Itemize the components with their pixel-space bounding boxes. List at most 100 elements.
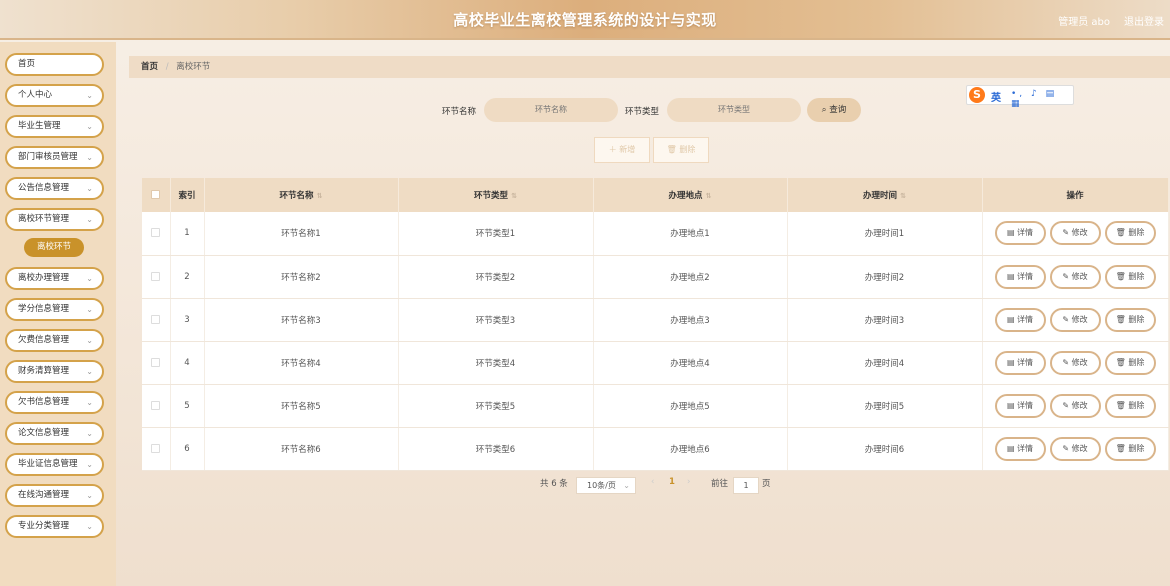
logout-link[interactable]: 退出登录 xyxy=(1124,13,1164,28)
data-table: 索引 环节名称 ⇅ 环节类型 ⇅ 办理地点 ⇅ 办理时间 ⇅ 操作 1 环节名称1 环节类型… xyxy=(142,178,1169,471)
row-time: 办理时间3 xyxy=(787,298,983,342)
batch-delete-button[interactable]: 🗑 删除 xyxy=(653,137,709,163)
ime-mode-label[interactable]: 英 xyxy=(991,89,1001,104)
row-type: 环节类型4 xyxy=(398,341,594,385)
select-all-checkbox[interactable] xyxy=(151,190,161,199)
detail-button[interactable]: ▤ 详情 xyxy=(994,221,1046,246)
page-size-value: 10条/页 xyxy=(587,481,616,490)
edit-icon: ✎ xyxy=(1062,314,1070,324)
row-checkbox[interactable] xyxy=(151,400,161,410)
sogou-icon[interactable]: S xyxy=(969,87,985,103)
row-select-cell[interactable] xyxy=(142,341,171,385)
sidebar-item-12[interactable]: 论文信息管理 ⌄ xyxy=(5,422,104,445)
row-place: 办理地点5 xyxy=(593,384,788,428)
row-time: 办理时间1 xyxy=(787,212,983,256)
sidebar-item-5[interactable]: 公告信息管理 ⌄ xyxy=(5,177,104,200)
breadcrumb-home[interactable]: 首页 xyxy=(141,62,158,72)
detail-button[interactable]: ▤ 详情 xyxy=(994,307,1046,332)
sidebar-item-8[interactable]: 学分信息管理 ⌄ xyxy=(5,298,104,321)
row-operations: ▤ 详情 ✎ 修改 🗑 删除 xyxy=(982,212,1169,256)
detail-button[interactable]: ▤ 详情 xyxy=(994,393,1046,418)
name-search-input[interactable] xyxy=(484,98,618,122)
sort-icon[interactable]: ⇅ xyxy=(706,192,712,200)
detail-button[interactable]: ▤ 详情 xyxy=(994,436,1046,461)
sidebar-item-label: 论文信息管理 xyxy=(18,428,70,438)
row-select-cell[interactable] xyxy=(142,298,171,342)
goto-page-input[interactable]: 1 xyxy=(733,477,759,494)
delete-button[interactable]: 🗑 删除 xyxy=(1104,264,1156,289)
row-checkbox[interactable] xyxy=(151,228,161,238)
prev-page-button[interactable]: ‹ xyxy=(651,477,654,487)
sidebar-item-15[interactable]: 专业分类管理 ⌄ xyxy=(5,515,104,538)
detail-button[interactable]: ▤ 详情 xyxy=(994,264,1046,289)
col-place[interactable]: 办理地点 ⇅ xyxy=(593,178,788,212)
row-checkbox[interactable] xyxy=(151,357,161,367)
delete-button[interactable]: 🗑 删除 xyxy=(1104,350,1156,375)
sort-icon[interactable]: ⇅ xyxy=(900,192,906,200)
row-type: 环节类型6 xyxy=(398,427,594,471)
current-page-number[interactable]: 1 xyxy=(669,477,675,487)
row-select-cell[interactable] xyxy=(142,427,171,471)
delete-button[interactable]: 🗑 删除 xyxy=(1104,221,1156,246)
edit-button[interactable]: ✎ 修改 xyxy=(1049,350,1101,375)
col-time[interactable]: 办理时间 ⇅ xyxy=(787,178,983,212)
edit-label: 修改 xyxy=(1071,443,1088,453)
chevron-down-icon: ⌄ xyxy=(86,274,93,283)
detail-icon: ▤ xyxy=(1006,314,1015,324)
edit-button[interactable]: ✎ 修改 xyxy=(1049,307,1101,332)
sidebar-item-13[interactable]: 毕业证信息管理 ⌄ xyxy=(5,453,104,476)
row-select-cell[interactable] xyxy=(142,212,171,256)
edit-button[interactable]: ✎ 修改 xyxy=(1049,393,1101,418)
delete-label: 删除 xyxy=(1128,400,1145,410)
row-operations: ▤ 详情 ✎ 修改 🗑 删除 xyxy=(982,341,1169,385)
sidebar-item-1[interactable]: 首页 xyxy=(5,53,104,76)
delete-label: 删除 xyxy=(1128,314,1145,324)
col-operations: 操作 xyxy=(982,178,1169,212)
row-type: 环节类型3 xyxy=(398,298,594,342)
sidebar-item-2[interactable]: 个人中心 ⌄ xyxy=(5,84,104,107)
row-index: 3 xyxy=(170,298,205,342)
row-select-cell[interactable] xyxy=(142,384,171,428)
edit-button[interactable]: ✎ 修改 xyxy=(1049,221,1101,246)
edit-button[interactable]: ✎ 修改 xyxy=(1049,264,1101,289)
select-all-cell[interactable] xyxy=(142,178,171,212)
row-select-cell[interactable] xyxy=(142,255,171,299)
delete-button[interactable]: 🗑 删除 xyxy=(1104,393,1156,418)
next-page-button[interactable]: › xyxy=(687,477,690,487)
sidebar-item-label: 欠费信息管理 xyxy=(18,335,70,345)
sidebar-item-11[interactable]: 欠书信息管理 ⌄ xyxy=(5,391,104,414)
top-header: 高校毕业生离校管理系统的设计与实现 管理员 abo 退出登录 xyxy=(0,0,1170,40)
detail-button[interactable]: ▤ 详情 xyxy=(994,350,1046,375)
delete-button[interactable]: 🗑 删除 xyxy=(1104,436,1156,461)
row-checkbox[interactable] xyxy=(151,443,161,453)
delete-button[interactable]: 🗑 删除 xyxy=(1104,307,1156,332)
row-checkbox[interactable] xyxy=(151,271,161,281)
sidebar-item-10[interactable]: 财务清算管理 ⌄ xyxy=(5,360,104,383)
row-type: 环节类型1 xyxy=(398,212,594,256)
add-button[interactable]: ＋ 新增 xyxy=(594,137,650,163)
row-checkbox[interactable] xyxy=(151,314,161,324)
sidebar-item-4[interactable]: 部门审核员管理 ⌄ xyxy=(5,146,104,169)
edit-button[interactable]: ✎ 修改 xyxy=(1049,436,1101,461)
search-button[interactable]: ⌕ 查询 xyxy=(807,98,861,122)
sidebar-item-14[interactable]: 在线沟通管理 ⌄ xyxy=(5,484,104,507)
sort-icon[interactable]: ⇅ xyxy=(511,192,517,200)
col-name[interactable]: 环节名称 ⇅ xyxy=(204,178,399,212)
sidebar-item-9[interactable]: 欠费信息管理 ⌄ xyxy=(5,329,104,352)
col-type-label: 环节类型 xyxy=(474,191,509,201)
row-place: 办理地点4 xyxy=(593,341,788,385)
table-row: 6 环节名称6 环节类型6 办理地点6 办理时间6 ▤ 详情 ✎ 修改 🗑 删除 xyxy=(142,427,1169,471)
page-size-select[interactable]: 10条/页 ⌄ xyxy=(576,477,636,494)
sort-icon[interactable]: ⇅ xyxy=(317,192,323,200)
row-name: 环节名称4 xyxy=(204,341,399,385)
sidebar-subitem-active[interactable]: 离校环节 xyxy=(24,238,84,257)
sidebar-item-6[interactable]: 离校环节管理 ⌄ xyxy=(5,208,104,231)
search-icon: ⌕ xyxy=(821,105,827,115)
sidebar-item-7[interactable]: 离校办理管理 ⌄ xyxy=(5,267,104,290)
row-name: 环节名称5 xyxy=(204,384,399,428)
breadcrumb-separator: / xyxy=(165,62,169,72)
col-type[interactable]: 环节类型 ⇅ xyxy=(398,178,594,212)
type-search-input[interactable] xyxy=(667,98,801,122)
sidebar-item-3[interactable]: 毕业生管理 ⌄ xyxy=(5,115,104,138)
ime-tool-icons[interactable]: •, ♪ ▤ ▦ xyxy=(1011,89,1073,109)
